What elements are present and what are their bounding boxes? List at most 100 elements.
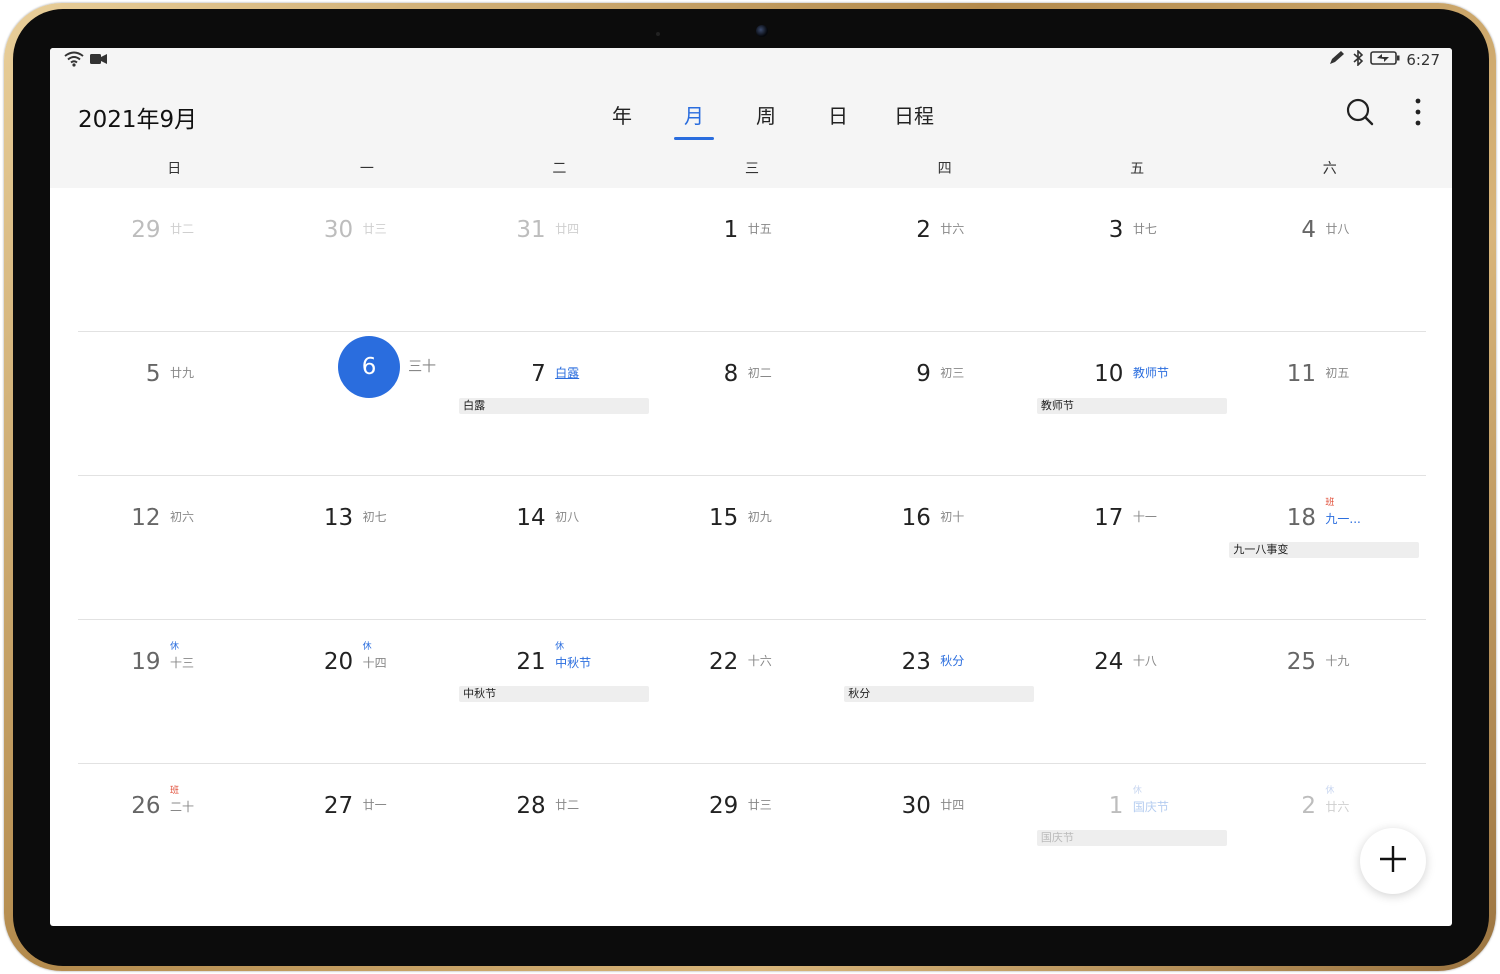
stylus-icon (1328, 50, 1346, 70)
event-chip[interactable]: 九一八事变 (1229, 542, 1420, 558)
day-cell[interactable]: 26 班二十 (78, 764, 271, 907)
weekday-header: 日 一 二 三 四 五 六 (78, 158, 1426, 184)
day-cell[interactable]: 12 初六 (78, 476, 271, 619)
day-cell[interactable]: 27 廿一 (271, 764, 464, 907)
day-number: 29 (709, 793, 739, 819)
day-cell[interactable]: 4 廿八 (1233, 188, 1426, 331)
day-cell[interactable]: 28 廿二 (463, 764, 656, 907)
event-chip[interactable]: 白露 (459, 398, 650, 414)
day-cell[interactable]: 22 十六 (656, 620, 849, 763)
week-row: 12 初六 13 初七 14 初八 15 初九 16 初十 17 十一 18 班九一... 九一八事变 (78, 476, 1426, 620)
day-cell[interactable]: 1 休国庆节 国庆节 (1036, 764, 1234, 907)
view-tabs: 年 月 周 日 日程 (586, 100, 954, 140)
event-chip[interactable]: 秋分 (844, 686, 1035, 702)
day-cell[interactable]: 13 初七 (271, 476, 464, 619)
holiday-badge: 休 (555, 642, 565, 652)
lunar-date: 初十 (940, 510, 965, 524)
more-vert-icon (1414, 97, 1422, 131)
light-sensor (656, 32, 660, 36)
lunar-date: 初九 (747, 510, 772, 524)
lunar-date: 廿二 (555, 798, 580, 812)
day-cell[interactable]: 20 休十四 (271, 620, 464, 763)
lunar-date: 初三 (940, 366, 965, 380)
day-number: 3 (1108, 217, 1124, 243)
event-chip[interactable]: 中秋节 (459, 686, 650, 702)
day-number: 23 (901, 649, 931, 675)
tab-day[interactable]: 日 (802, 100, 874, 140)
day-number: 12 (131, 505, 161, 531)
festival-label: 秋分 (940, 654, 965, 668)
tab-year[interactable]: 年 (586, 100, 658, 140)
day-number: 8 (723, 361, 739, 387)
today-day-number: 6 (338, 336, 401, 398)
tab-week[interactable]: 周 (730, 100, 802, 140)
day-cell[interactable]: 25 十九 (1233, 620, 1426, 763)
day-number: 24 (1094, 649, 1124, 675)
day-number: 27 (323, 793, 354, 819)
day-number: 31 (516, 217, 546, 243)
day-number: 10 (1094, 361, 1124, 387)
festival-label: 白露 (555, 366, 580, 380)
day-cell[interactable]: 7 白露 白露 (459, 332, 656, 475)
day-cell[interactable]: 31 廿四 (463, 188, 656, 331)
search-button[interactable] (1344, 98, 1376, 130)
day-cell[interactable]: 16 初十 (848, 476, 1041, 619)
day-cell[interactable]: 2 廿六 (848, 188, 1041, 331)
day-cell[interactable]: 14 初八 (463, 476, 656, 619)
day-cell[interactable]: 8 初二 (656, 332, 849, 475)
day-cell[interactable]: 23 秋分 秋分 (844, 620, 1041, 763)
more-options-button[interactable] (1402, 98, 1434, 130)
day-number: 19 (131, 649, 161, 675)
lunar-date: 初六 (170, 510, 195, 524)
day-cell[interactable]: 9 初三 (848, 332, 1041, 475)
day-number: 4 (1301, 217, 1316, 243)
festival-label: 九一... (1325, 512, 1361, 526)
front-camera (756, 25, 768, 37)
month-grid: 29 廿二 30 廿三 31 廿四 1 廿五 2 廿六 3 廿七 4 廿八 5 廿九 6 三十 7 白露 白露 8 初二 9 初… (78, 188, 1426, 907)
day-cell[interactable]: 5 廿九 (78, 332, 271, 475)
day-number: 28 (516, 793, 546, 819)
day-cell[interactable]: 3 廿七 (1041, 188, 1234, 331)
day-number: 20 (323, 649, 354, 675)
day-cell[interactable]: 30 廿四 (848, 764, 1041, 907)
screen: 6:27 2021年9月 年 月 周 日 日程 日 一 二 三 四 五 六 29… (50, 48, 1452, 926)
event-chip[interactable]: 教师节 (1036, 398, 1227, 414)
wifi-icon (64, 51, 84, 71)
week-row: 29 廿二 30 廿三 31 廿四 1 廿五 2 廿六 3 廿七 4 廿八 (78, 188, 1426, 332)
day-number: 14 (516, 505, 546, 531)
day-cell[interactable]: 6 三十 (271, 332, 464, 475)
day-cell[interactable]: 19 休十三 (78, 620, 271, 763)
festival-label: 中秋节 (555, 656, 592, 670)
day-number: 11 (1286, 361, 1316, 387)
lunar-date: 二十 (170, 800, 195, 814)
tab-agenda[interactable]: 日程 (874, 100, 954, 140)
add-event-button[interactable] (1360, 828, 1426, 894)
day-cell[interactable]: 11 初五 (1233, 332, 1426, 475)
lunar-date: 廿四 (555, 222, 580, 236)
day-number: 30 (901, 793, 931, 819)
day-number: 30 (323, 217, 354, 243)
day-number: 15 (709, 505, 739, 531)
day-cell[interactable]: 29 廿三 (656, 764, 849, 907)
day-number: 25 (1286, 649, 1316, 675)
day-cell[interactable]: 21 休中秋节 中秋节 (459, 620, 656, 763)
weekday-fri: 五 (1130, 161, 1145, 177)
day-cell[interactable]: 10 教师节 教师节 (1036, 332, 1234, 475)
day-cell[interactable]: 1 廿五 (656, 188, 849, 331)
day-number: 21 (516, 649, 546, 675)
day-cell[interactable]: 29 廿二 (78, 188, 271, 331)
day-cell[interactable]: 15 初九 (656, 476, 849, 619)
status-bar: 6:27 (50, 48, 1452, 72)
day-cell[interactable]: 24 十八 (1041, 620, 1234, 763)
day-number: 9 (916, 361, 931, 387)
day-number: 26 (131, 793, 161, 819)
day-cell[interactable]: 18 班九一... 九一八事变 (1229, 476, 1426, 619)
day-cell[interactable]: 17 十一 (1041, 476, 1234, 619)
workday-badge: 班 (170, 786, 180, 796)
month-title[interactable]: 2021年9月 (78, 100, 197, 134)
day-number: 1 (1108, 793, 1124, 819)
day-number: 13 (323, 505, 354, 531)
day-cell[interactable]: 30 廿三 (271, 188, 464, 331)
tab-month[interactable]: 月 (658, 100, 730, 140)
event-chip[interactable]: 国庆节 (1036, 830, 1227, 846)
